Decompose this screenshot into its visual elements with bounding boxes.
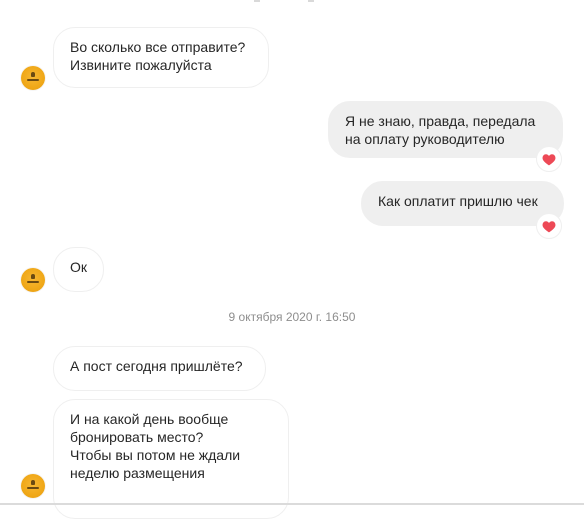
scroll-edge: [0, 0, 584, 6]
avatar-logo-bar: [27, 79, 39, 81]
incoming-message[interactable]: Во сколько все отправите? Извините пожал…: [53, 27, 269, 88]
avatar[interactable]: [21, 268, 45, 292]
scroll-edge-mark: [308, 0, 314, 2]
avatar-logo-icon: [31, 72, 35, 77]
incoming-message[interactable]: Ок: [53, 247, 104, 292]
outgoing-message[interactable]: Я не знаю, правда, передала на оплату ру…: [328, 101, 563, 158]
heart-icon: [542, 153, 556, 165]
outgoing-message[interactable]: Как оплатит пришлю чек: [361, 181, 564, 226]
reaction-badge[interactable]: [536, 146, 562, 172]
avatar[interactable]: [21, 66, 45, 90]
message-timestamp: 9 октября 2020 г. 16:50: [228, 310, 356, 324]
avatar-logo-icon: [31, 274, 35, 279]
scroll-edge-mark: [254, 0, 260, 2]
avatar-logo-icon: [31, 480, 35, 485]
reaction-badge[interactable]: [536, 213, 562, 239]
incoming-message[interactable]: И на какой день вообще бронировать место…: [53, 399, 289, 519]
incoming-message[interactable]: А пост сегодня пришлёте?: [53, 346, 266, 391]
avatar-logo-bar: [27, 281, 39, 283]
avatar-logo-bar: [27, 487, 39, 489]
avatar[interactable]: [21, 474, 45, 498]
heart-icon: [542, 220, 556, 232]
